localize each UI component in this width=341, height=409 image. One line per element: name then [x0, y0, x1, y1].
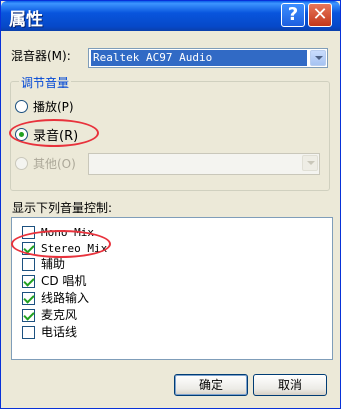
record-highlight-circle	[9, 119, 99, 147]
other-device-dropdown	[88, 153, 320, 175]
mixer-label: 混音器(M):	[11, 49, 71, 63]
list-item-label: 麦克风	[41, 308, 78, 322]
close-button[interactable]: ✕	[308, 3, 332, 27]
chevron-down-icon	[302, 155, 318, 171]
checkbox[interactable]	[22, 309, 35, 322]
list-item-label: 辅助	[41, 257, 66, 271]
radio-other-label: 其他(O)	[33, 157, 76, 171]
cancel-button[interactable]: 取消	[253, 374, 327, 396]
window-title: 属性	[9, 10, 43, 30]
chevron-down-icon[interactable]	[310, 50, 326, 66]
radio-playback-label[interactable]: 播放(P)	[33, 98, 74, 115]
checkbox[interactable]	[22, 326, 35, 339]
help-button[interactable]: ?	[281, 3, 305, 27]
list-item-label: 电话线	[41, 325, 78, 339]
radio-other-circle	[15, 157, 28, 170]
help-icon: ?	[287, 4, 299, 25]
mixer-selected-value: Realtek AC97 Audio	[91, 50, 307, 66]
controls-label: 显示下列音量控制:	[12, 201, 113, 215]
checkbox[interactable]	[22, 275, 35, 288]
checkbox[interactable]	[22, 258, 35, 271]
list-item-label: CD 唱机	[41, 274, 87, 288]
close-icon: ✕	[312, 4, 328, 25]
stereo-mix-highlight-circle	[11, 230, 111, 258]
properties-dialog: 属性 ? ✕ 混音器(M): Realtek AC97 Audio 调节音量 播…	[0, 0, 341, 409]
title-bar[interactable]: 属性 ? ✕	[1, 1, 340, 31]
list-item-label: 线路输入	[41, 291, 90, 305]
adjust-volume-title: 调节音量	[19, 74, 72, 91]
mixer-dropdown[interactable]: Realtek AC97 Audio	[88, 48, 328, 68]
ok-button[interactable]: 确定	[174, 374, 248, 396]
checkbox[interactable]	[22, 292, 35, 305]
radio-playback-circle[interactable]	[15, 100, 28, 113]
